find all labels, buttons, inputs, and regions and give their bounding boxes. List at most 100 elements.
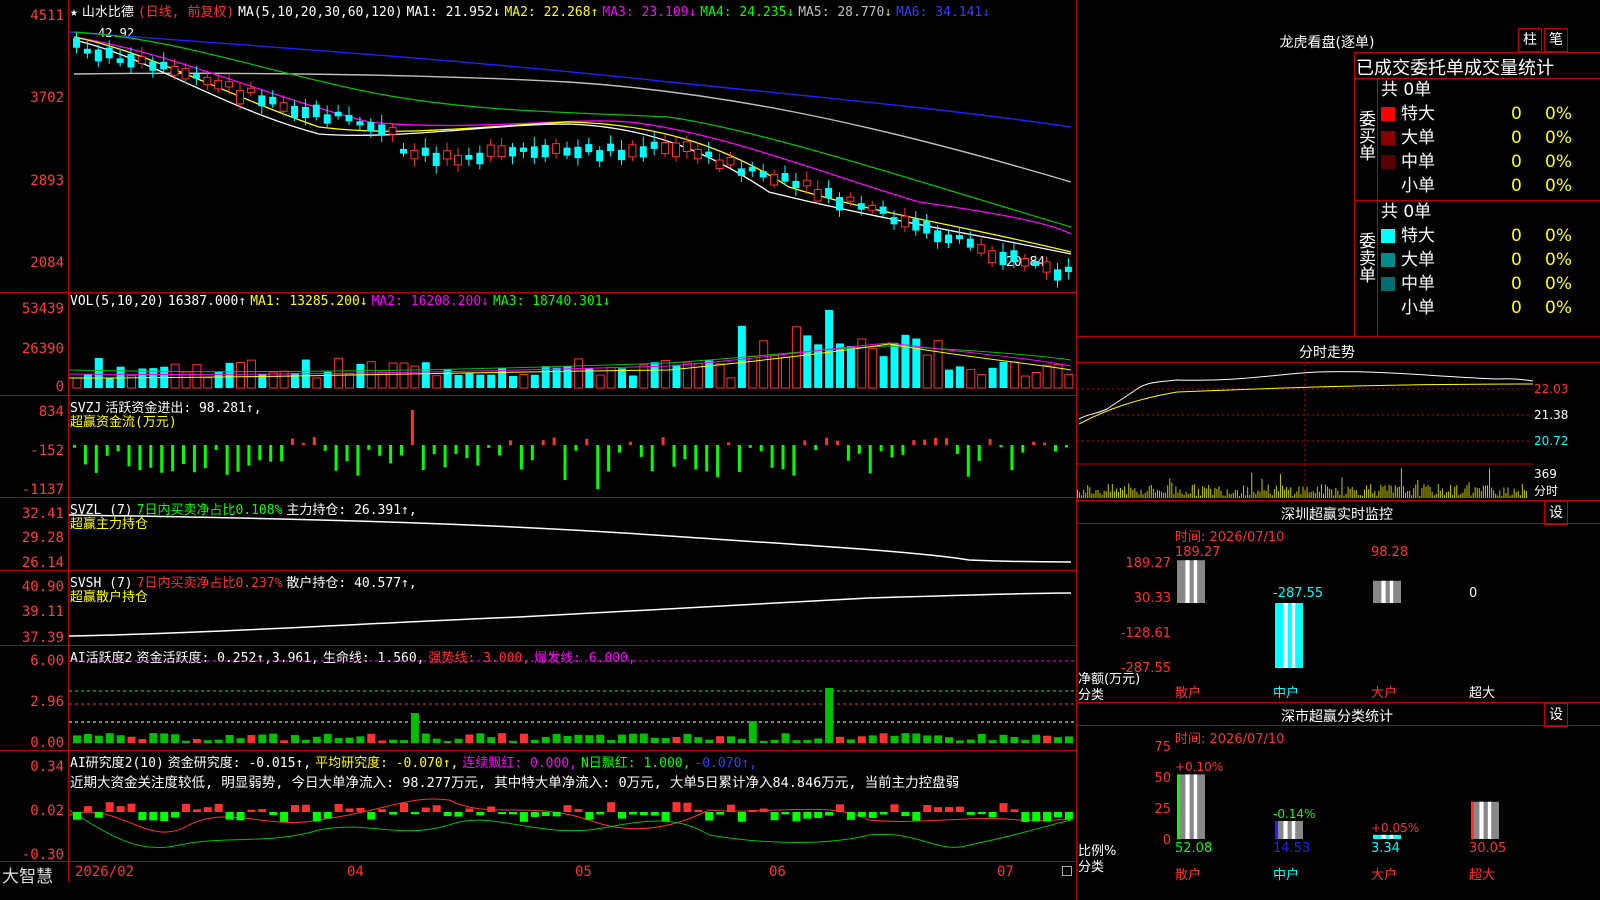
intraday-chart[interactable] xyxy=(1077,364,1533,500)
ai-active-chart[interactable] xyxy=(69,655,1075,747)
monitor-settings-button[interactable]: 设 xyxy=(1544,501,1568,525)
volume-chart[interactable] xyxy=(69,308,1075,390)
ai-research-chart[interactable] xyxy=(69,790,1075,860)
volume-bar xyxy=(868,348,878,389)
intraday-vol-bar xyxy=(1474,487,1476,498)
flow-bar xyxy=(966,445,970,477)
research-bar xyxy=(955,806,964,812)
active-bar xyxy=(410,713,419,743)
candle xyxy=(693,148,702,160)
lock-icon[interactable] xyxy=(1062,866,1072,876)
research-bar xyxy=(737,812,746,822)
flow-bar xyxy=(955,445,959,454)
volume-bar xyxy=(530,374,539,388)
retail-hold-chart[interactable] xyxy=(69,573,1075,643)
class-cat: 大户 xyxy=(1371,868,1398,883)
research-bar xyxy=(628,812,637,815)
intraday-vol-bar xyxy=(1382,486,1384,498)
candle xyxy=(1042,261,1051,273)
monitor-cat: 散户 xyxy=(1175,686,1202,701)
class-cat: 散户 xyxy=(1175,868,1202,883)
class-bar-stripe xyxy=(1389,834,1394,839)
research-bar xyxy=(705,812,714,821)
volume-bar xyxy=(388,362,398,389)
class-bar-stripe xyxy=(1185,774,1190,839)
candle xyxy=(378,124,386,136)
divider xyxy=(1354,52,1600,53)
flow-bar xyxy=(127,445,131,467)
flow-bar xyxy=(803,440,807,445)
flow-bar xyxy=(552,437,556,445)
intraday-vol-bar xyxy=(1462,492,1464,498)
flow-bar xyxy=(846,445,850,461)
class-axis: 50 xyxy=(1154,771,1171,786)
intraday-vol-bar xyxy=(1105,491,1107,498)
research-bar xyxy=(105,802,114,812)
intraday-vol-bar xyxy=(1323,493,1324,498)
vol-label[interactable]: VOL(5,10,20) xyxy=(70,294,164,309)
active-bar xyxy=(367,733,376,743)
research-bar xyxy=(236,812,245,821)
main-chart-area[interactable]: 4511 3702 2893 2084 ★ 山水比德 (日线, 前复权) MA(5,1… xyxy=(0,0,1076,900)
intraday-vol-bar xyxy=(1308,492,1310,498)
monitor-cat: 超大 xyxy=(1469,686,1496,701)
intraday-vol-bar xyxy=(1191,484,1193,498)
volume-bar xyxy=(661,360,671,389)
main-hold-chart[interactable] xyxy=(69,500,1075,568)
intraday-vol-bar xyxy=(1327,486,1329,498)
active-bar xyxy=(705,739,714,743)
svzj-axis-label: -1137 xyxy=(21,482,64,498)
active-bar xyxy=(955,740,964,743)
volume-bar xyxy=(1009,361,1019,389)
sell-count: 0 xyxy=(1511,226,1522,246)
research-bar xyxy=(1032,812,1041,822)
vol-header: VOL(5,10,20) 16387.000↑ MA1: 13285.200↓ MA2… xyxy=(70,294,618,309)
class-settings-button[interactable]: 设 xyxy=(1544,703,1568,727)
monitor-chart[interactable] xyxy=(1173,560,1600,680)
intraday-vol-bar xyxy=(1249,494,1251,498)
research-bar xyxy=(770,812,779,821)
bar-view-button[interactable]: 柱 xyxy=(1518,28,1542,52)
flow-bar xyxy=(389,445,393,464)
intraday-vol-bar xyxy=(1370,484,1372,498)
sell-name: 特大 xyxy=(1401,226,1435,246)
active-bar xyxy=(683,733,692,743)
monitor-value-label: -287.55 xyxy=(1273,586,1324,601)
research-bar xyxy=(367,812,376,820)
intraday-vol-bar xyxy=(1366,485,1368,498)
research-bar xyxy=(879,812,888,815)
intraday-vol-bar xyxy=(1364,489,1365,498)
ai-research-label[interactable]: AI研究度2(10) xyxy=(70,756,164,771)
intraday-vol-bar xyxy=(1212,494,1214,498)
color-swatch xyxy=(1381,301,1395,315)
volume-bar xyxy=(1042,364,1052,389)
candle xyxy=(323,114,331,124)
kline-chart[interactable] xyxy=(69,12,1075,290)
research-bar xyxy=(1043,812,1052,822)
svzj-axis-label: -152 xyxy=(30,443,64,459)
volume-bar xyxy=(922,354,932,389)
candle xyxy=(94,49,102,62)
active-bar xyxy=(247,735,256,743)
candle xyxy=(356,121,364,126)
flow-bar xyxy=(618,445,621,453)
volume-bar xyxy=(781,356,790,389)
flow-bar xyxy=(138,445,142,471)
active-bar xyxy=(574,734,583,743)
intraday-vol-bar xyxy=(1093,493,1095,498)
intraday-vol-bar xyxy=(1214,487,1216,498)
intraday-vol-bar xyxy=(1368,489,1370,498)
tick-view-button[interactable]: 笔 xyxy=(1544,28,1568,52)
volume-bar xyxy=(977,374,987,389)
intraday-vol-bar xyxy=(1152,488,1154,498)
color-swatch xyxy=(1381,131,1395,145)
fund-flow-chart[interactable] xyxy=(69,400,1075,495)
monitor-bar-stripe xyxy=(1283,603,1288,668)
volume-bar xyxy=(705,360,714,388)
active-bar xyxy=(225,734,234,743)
intraday-vol-bar xyxy=(1425,486,1427,498)
intraday-vol-bar xyxy=(1503,487,1505,498)
research-bar xyxy=(530,812,539,817)
active-bar xyxy=(291,735,299,743)
research-bar xyxy=(410,812,419,815)
